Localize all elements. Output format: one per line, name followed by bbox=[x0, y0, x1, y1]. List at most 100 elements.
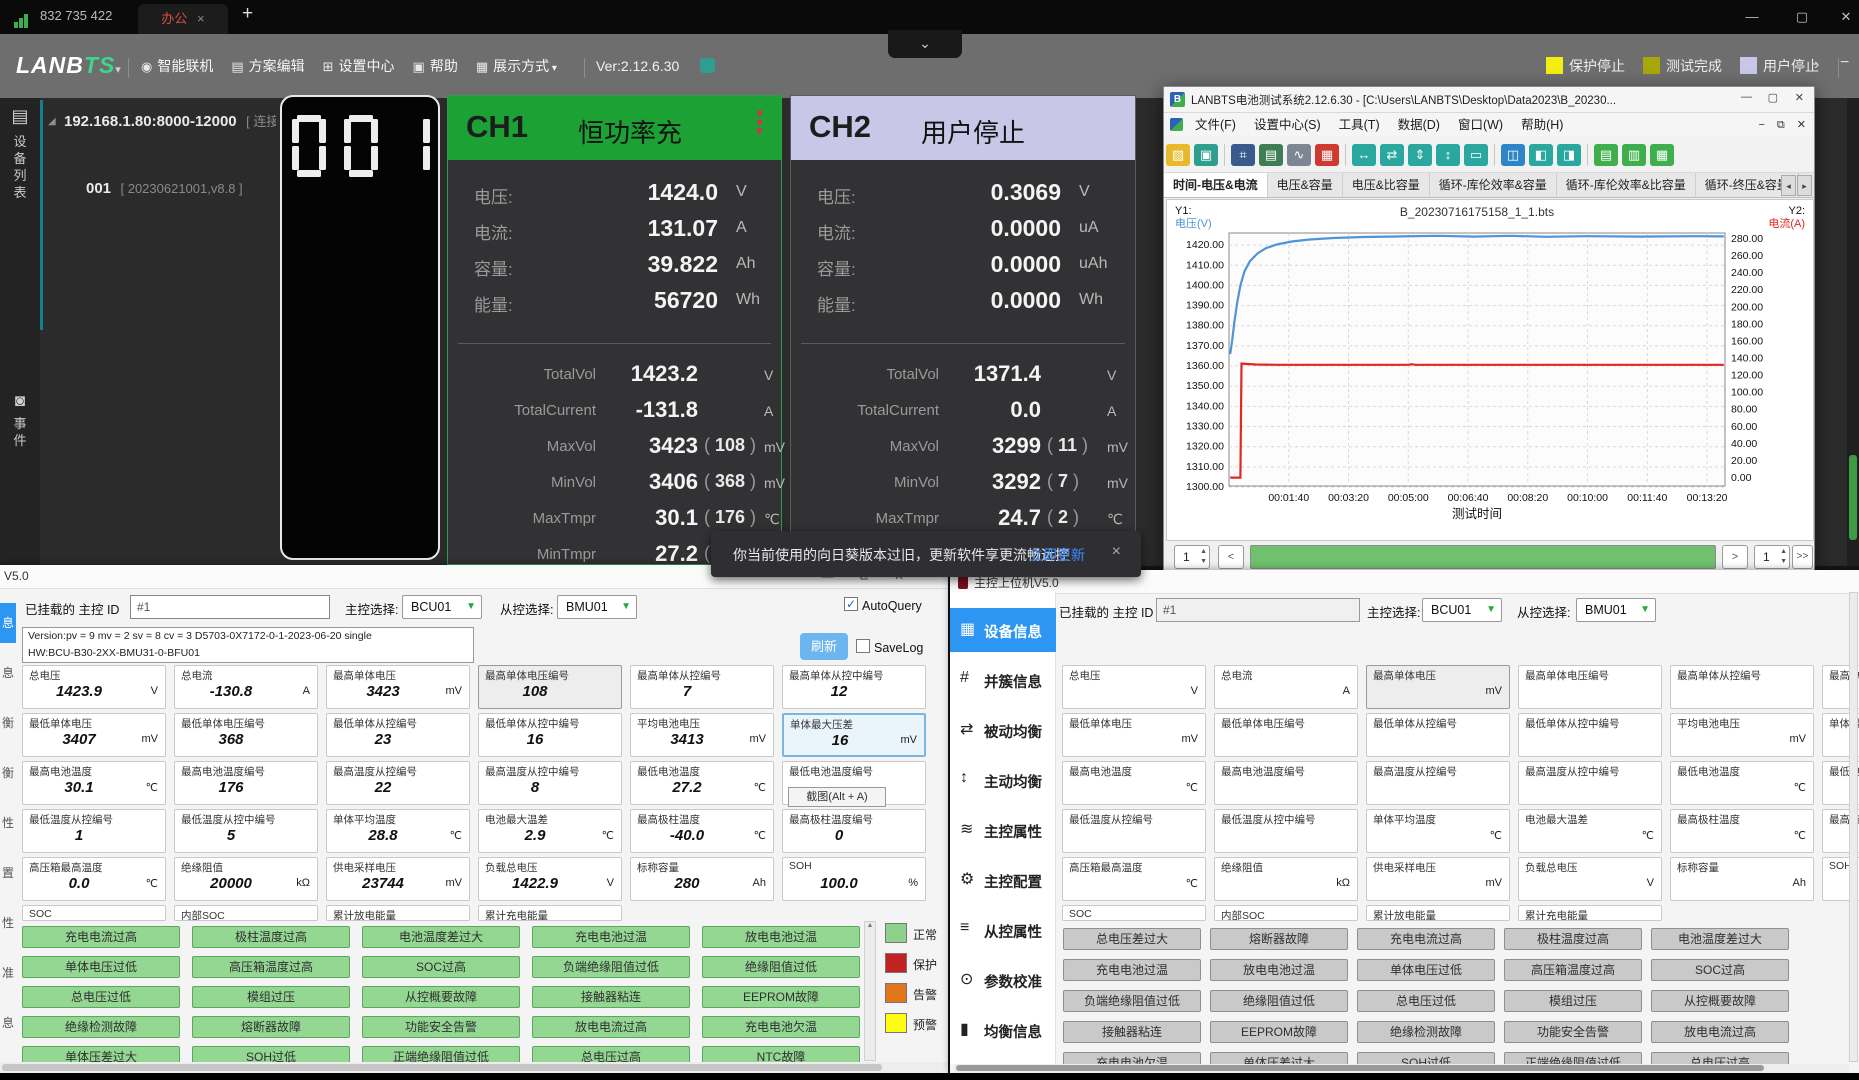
data-card-最高温度从控中编号[interactable]: 最高温度从控中编号8 bbox=[478, 761, 622, 805]
chart-menu-数据(D)[interactable]: 数据(D) bbox=[1398, 113, 1440, 137]
status-flag-绝缘阻值过低[interactable]: 绝缘阻值过低 bbox=[702, 956, 860, 978]
data-card-单体平均温度[interactable]: 单体平均温度℃ bbox=[1366, 809, 1510, 853]
br-mounted-input[interactable]: #1 bbox=[1156, 598, 1360, 622]
status-flag-SOC过高[interactable]: SOC过高 bbox=[1651, 959, 1789, 981]
chart-menu-帮助(H)[interactable]: 帮助(H) bbox=[1521, 113, 1563, 137]
data-card-最高温度从控中编号[interactable]: 最高温度从控中编号 bbox=[1518, 761, 1662, 805]
status-flag-放电电池过温[interactable]: 放电电池过温 bbox=[1210, 959, 1348, 981]
sidebar-item-master-attr[interactable]: ≋主控属性 bbox=[950, 808, 1056, 852]
status-flag-极柱温度过高[interactable]: 极柱温度过高 bbox=[1504, 928, 1642, 950]
events-icon[interactable]: ◙ bbox=[0, 391, 40, 411]
chart-menu-工具(T)[interactable]: 工具(T) bbox=[1339, 113, 1380, 137]
status-flag-总电压差过大[interactable]: 总电压差过大 bbox=[1063, 928, 1201, 950]
data-card-最高单体电压[interactable]: 最高单体电压3423mV bbox=[326, 665, 470, 709]
mdi-control[interactable]: ⧉ bbox=[1777, 119, 1785, 131]
tab-office[interactable]: 办公 × bbox=[138, 4, 228, 34]
bl-master-select[interactable]: BCU01▼ bbox=[402, 595, 482, 619]
window-close-button[interactable]: ✕ bbox=[1826, 2, 1859, 32]
data-card-标称容量[interactable]: 标称容量280Ah bbox=[630, 857, 774, 901]
status-flag-模组过压[interactable]: 模组过压 bbox=[192, 986, 350, 1008]
data-card-最低温度从控中编号[interactable]: 最低温度从控中编号5 bbox=[174, 809, 318, 853]
data-card-总电压[interactable]: 总电压1423.9V bbox=[22, 665, 166, 709]
tab-close-icon[interactable]: × bbox=[197, 11, 205, 26]
x-expand-icon[interactable]: ↔ bbox=[1352, 144, 1376, 166]
status-flag-绝缘检测故障[interactable]: 绝缘检测故障 bbox=[22, 1016, 180, 1038]
tree-node-ip[interactable]: 192.168.1.80:8000-12000 [ 连接 bbox=[64, 111, 276, 131]
page-last-button[interactable]: >> bbox=[1792, 545, 1813, 569]
data-card-最高极柱温度[interactable]: 最高极柱温度℃ bbox=[1670, 809, 1814, 853]
status-flag-单体电压过低[interactable]: 单体电压过低 bbox=[22, 956, 180, 978]
data-card-最低单体从控中编号[interactable]: 最低单体从控中编号 bbox=[1518, 713, 1662, 757]
data-card-绝缘阻值[interactable]: 绝缘阻值kΩ bbox=[1214, 857, 1358, 901]
data-card-单体最大压差[interactable]: 单体最大压差16mV bbox=[782, 713, 926, 757]
status-flag-模组过压[interactable]: 模组过压 bbox=[1504, 990, 1642, 1012]
data-card-最高电池温度[interactable]: 最高电池温度℃ bbox=[1062, 761, 1206, 805]
y-expand-icon[interactable]: ↕ bbox=[1436, 144, 1460, 166]
page-scrollbar[interactable] bbox=[1250, 545, 1716, 569]
table-view-icon[interactable]: ▤ bbox=[1594, 144, 1618, 166]
data-card-绝缘阻值[interactable]: 绝缘阻值20000kΩ bbox=[174, 857, 318, 901]
status-flag-总电压过低[interactable]: 总电压过低 bbox=[1357, 990, 1495, 1012]
chart-close-button[interactable]: ✕ bbox=[1795, 91, 1804, 104]
view-left-icon[interactable]: ◧ bbox=[1529, 144, 1553, 166]
chart-tab-电压&容量[interactable]: 电压&容量 bbox=[1268, 173, 1343, 197]
status-flag-SOC过高[interactable]: SOC过高 bbox=[362, 956, 520, 978]
window-maximize-button[interactable]: ▢ bbox=[1782, 2, 1822, 32]
chart-max-button[interactable]: ▢ bbox=[1768, 91, 1778, 104]
curve-icon[interactable]: ∿ bbox=[1287, 144, 1311, 166]
data-card-最低温度从控中编号[interactable]: 最低温度从控中编号 bbox=[1214, 809, 1358, 853]
menu-item-plan-edit[interactable]: ▤方案编辑 bbox=[231, 56, 304, 76]
open-file-icon[interactable]: ▨ bbox=[1166, 144, 1190, 166]
chart-min-button[interactable]: — bbox=[1741, 91, 1752, 103]
table-full-icon[interactable]: ▦ bbox=[1650, 144, 1674, 166]
bl-side-tab-7[interactable]: 准 bbox=[0, 953, 16, 993]
page-spinner-left[interactable]: 1▲▼ bbox=[1174, 545, 1210, 569]
window-minimize-button[interactable]: — bbox=[1732, 2, 1772, 32]
data-card-最高单体从控编号[interactable]: 最高单体从控编号 bbox=[1670, 665, 1814, 709]
page-spinner-right[interactable]: 1▲▼ bbox=[1754, 545, 1790, 569]
data-card-最高单体电压编号[interactable]: 最高单体电压编号 bbox=[1518, 665, 1662, 709]
data-card-最低温度从控编号[interactable]: 最低温度从控编号1 bbox=[22, 809, 166, 853]
data-card-单体平均温度[interactable]: 单体平均温度28.8℃ bbox=[326, 809, 470, 853]
status-flag-接触器粘连[interactable]: 接触器粘连 bbox=[532, 986, 690, 1008]
data-card-最高极柱温度编号[interactable]: 最高极柱温度编号0 bbox=[782, 809, 926, 853]
data-card-最高电池温度[interactable]: 最高电池温度30.1℃ bbox=[22, 761, 166, 805]
data-card-最高温度从控编号[interactable]: 最高温度从控编号22 bbox=[326, 761, 470, 805]
data-card-平均电池电压[interactable]: 平均电池电压mV bbox=[1670, 713, 1814, 757]
status-flag-放电电流过高[interactable]: 放电电流过高 bbox=[1651, 1021, 1789, 1043]
status-flag-EEPROM故障[interactable]: EEPROM故障 bbox=[1210, 1021, 1348, 1043]
data-card-供电采样电压[interactable]: 供电采样电压23744mV bbox=[326, 857, 470, 901]
tab-scroll-right[interactable]: ▸ bbox=[1797, 175, 1812, 196]
report-icon[interactable]: ▤ bbox=[1259, 144, 1283, 166]
zoom-box-icon[interactable]: ▭ bbox=[1464, 144, 1488, 166]
tab-device-list[interactable]: 设备列表 bbox=[0, 133, 40, 201]
status-flag-熔断器故障[interactable]: 熔断器故障 bbox=[1210, 928, 1348, 950]
status-flag-EEPROM故障[interactable]: EEPROM故障 bbox=[702, 986, 860, 1008]
data-card-SOC[interactable]: SOC bbox=[1062, 905, 1206, 921]
status-flag-接触器粘连[interactable]: 接触器粘连 bbox=[1063, 1021, 1201, 1043]
data-card-总电流[interactable]: 总电流-130.8A bbox=[174, 665, 318, 709]
br-h-scrollbar-thumb[interactable] bbox=[956, 1065, 1764, 1071]
schedule-icon[interactable]: ▦ bbox=[1315, 144, 1339, 166]
collapse-button[interactable]: ⌄ bbox=[888, 30, 962, 58]
toast-update-link[interactable]: 立即更新 bbox=[1029, 545, 1085, 565]
save-icon[interactable]: ▣ bbox=[1194, 144, 1218, 166]
bl-refresh-button[interactable]: 刷新 bbox=[800, 633, 848, 660]
status-flag-充电电池过温[interactable]: 充电电池过温 bbox=[1063, 959, 1201, 981]
data-card-最高温度从控编号[interactable]: 最高温度从控编号 bbox=[1366, 761, 1510, 805]
status-flag-电池温度差过大[interactable]: 电池温度差过大 bbox=[1651, 928, 1789, 950]
bl-side-tab-1[interactable]: 息 bbox=[0, 653, 16, 693]
bl-savelog-checkbox[interactable] bbox=[856, 639, 870, 653]
data-card-最低单体电压编号[interactable]: 最低单体电压编号 bbox=[1214, 713, 1358, 757]
data-card-最高极柱温度[interactable]: 最高极柱温度-40.0℃ bbox=[630, 809, 774, 853]
data-card-总电流[interactable]: 总电流A bbox=[1214, 665, 1358, 709]
data-card-供电采样电压[interactable]: 供电采样电压mV bbox=[1366, 857, 1510, 901]
data-card-负载总电压[interactable]: 负载总电压V bbox=[1518, 857, 1662, 901]
status-flag-放电电池过温[interactable]: 放电电池过温 bbox=[702, 926, 860, 948]
br-h-scrollbar[interactable] bbox=[954, 1064, 1849, 1073]
chart-tab-循环-库伦效率&比容量[interactable]: 循环-库伦效率&比容量 bbox=[1557, 173, 1696, 197]
sidebar-item-balance-info[interactable]: ▮均衡信息 bbox=[950, 1008, 1056, 1052]
sidebar-item-device-info[interactable]: ▦设备信息 bbox=[950, 608, 1056, 652]
data-card-最高单体从控编号[interactable]: 最高单体从控编号7 bbox=[630, 665, 774, 709]
mdi-control[interactable]: − bbox=[1758, 119, 1764, 131]
